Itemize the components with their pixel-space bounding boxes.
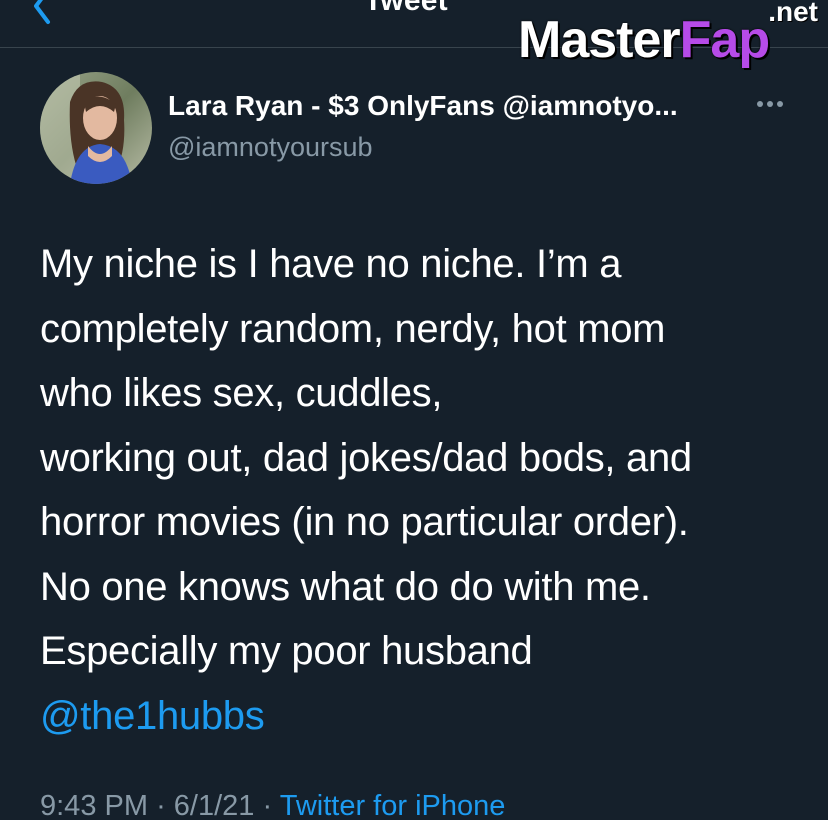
- mention-link[interactable]: @the1hubbs: [40, 684, 810, 749]
- meta-separator: ·: [156, 790, 166, 820]
- tweet-source-link[interactable]: Twitter for iPhone: [280, 790, 506, 820]
- tweet-line: My niche is I have no niche. I’m a: [40, 242, 622, 286]
- tweet-line: working out, dad jokes/dad bods, and: [40, 435, 692, 480]
- tweet-line: horror movies (in no particular order).: [40, 500, 689, 544]
- more-horizontal-icon: [757, 101, 783, 107]
- watermark-logo: .net MasterFap: [518, 0, 828, 84]
- meta-separator: ·: [262, 790, 273, 820]
- tweet-text: My niche is I have no niche. I’m a compl…: [40, 232, 810, 748]
- watermark-accent: Fap: [679, 11, 770, 69]
- watermark-text: MasterFap: [518, 10, 770, 70]
- back-button[interactable]: [22, 0, 62, 26]
- author-handle[interactable]: @iamnotyoursub: [168, 132, 373, 163]
- tweet-line: No one knows what do do with me.: [40, 564, 651, 609]
- avatar-image: [40, 72, 152, 184]
- tweet-time: 9:43 PM: [40, 790, 148, 820]
- avatar[interactable]: [40, 72, 152, 184]
- tweet-line: Especially my poor husband: [40, 629, 533, 673]
- tweet-detail-screen: Tweet .net MasterFap Lara Ryan - $3 Only…: [0, 0, 828, 820]
- page-title: Tweet: [364, 0, 448, 17]
- tweet-line: who likes sex, cuddles,: [40, 371, 443, 415]
- tweet-line: completely random, nerdy, hot mom: [40, 306, 666, 351]
- author-name[interactable]: Lara Ryan - $3 OnlyFans @iamnotyo...: [168, 90, 678, 122]
- tweet-date: 6/1/21: [173, 790, 255, 820]
- watermark-main: Master: [518, 11, 681, 69]
- watermark-suffix: .net: [768, 0, 818, 27]
- tweet-meta: 9:43 PM · 6/1/21 · Twitter for iPhone: [40, 790, 505, 820]
- chevron-left-icon: [34, 0, 50, 24]
- more-button[interactable]: [752, 92, 792, 116]
